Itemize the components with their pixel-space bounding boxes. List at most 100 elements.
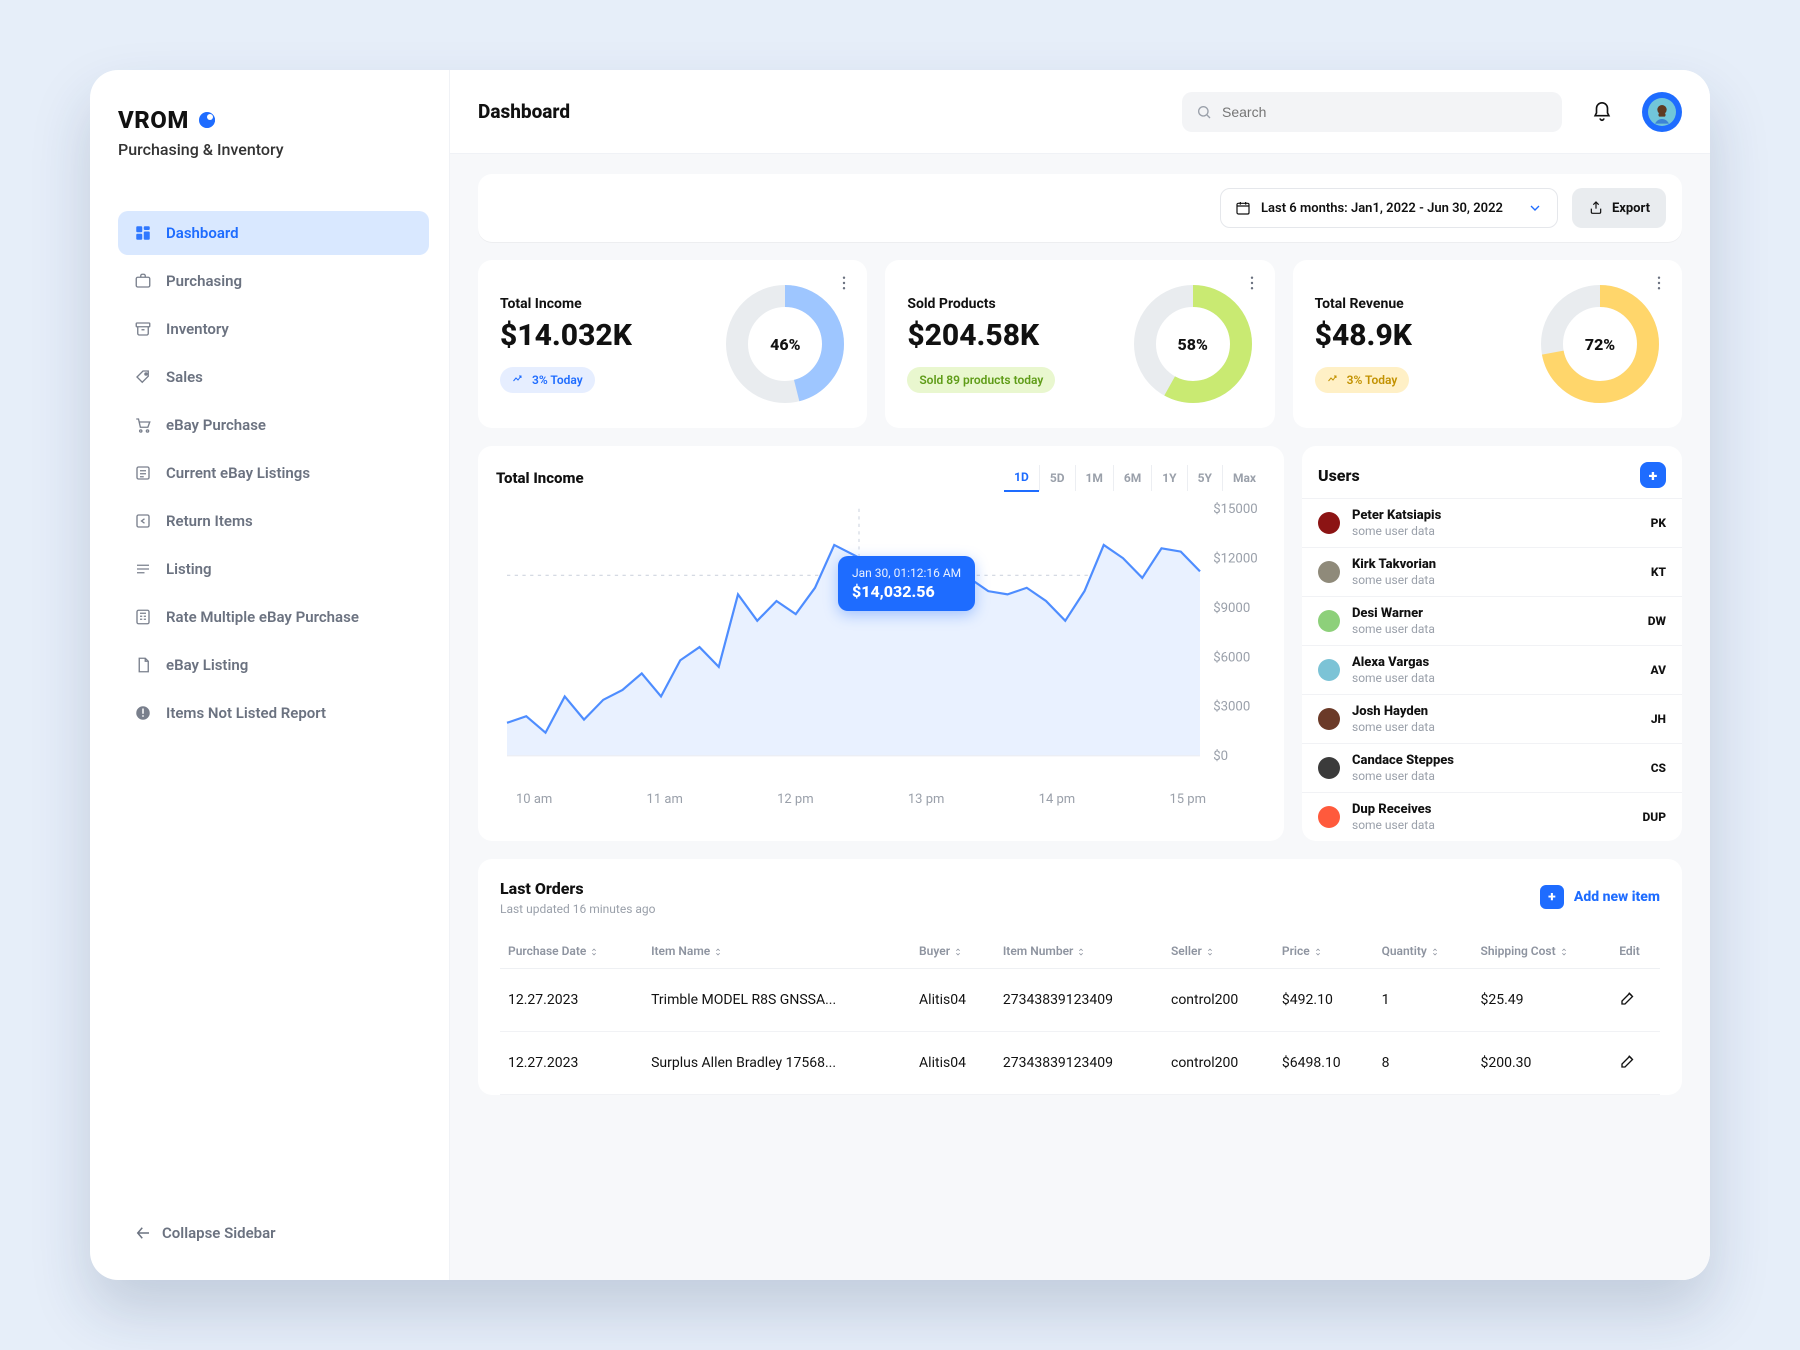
cell-price: $6498.10 xyxy=(1274,1031,1374,1094)
cell-seller: control200 xyxy=(1163,1031,1274,1094)
export-button[interactable]: Export xyxy=(1572,188,1666,228)
user-row[interactable]: Candace Steppessome user dataCS xyxy=(1302,743,1682,792)
user-avatar-mini xyxy=(1318,659,1340,681)
kpi-donut-percent: 58% xyxy=(1131,282,1255,406)
orders-card: Last Orders Last updated 16 minutes ago … xyxy=(478,859,1682,1095)
export-icon xyxy=(1588,200,1604,216)
sidebar-item-label: eBay Purchase xyxy=(166,416,266,434)
table-row[interactable]: 12.27.2023Surplus Allen Bradley 17568...… xyxy=(500,1031,1660,1094)
sidebar-nav: DashboardPurchasing Inventory Sales eBay Pu… xyxy=(118,211,429,735)
sidebar-item-sales[interactable]: Sales xyxy=(118,355,429,399)
search-icon xyxy=(1196,104,1212,120)
chart-tooltip: Jan 30, 01:12:16 AM $14,032.56 xyxy=(838,556,975,611)
chart-range-max[interactable]: Max xyxy=(1222,465,1266,491)
notifications-button[interactable] xyxy=(1582,92,1622,132)
kpi-label: Total Revenue xyxy=(1315,296,1522,312)
orders-col-item-number[interactable]: Item Number xyxy=(995,934,1163,969)
lines-icon xyxy=(134,560,152,578)
svg-text:$9000: $9000 xyxy=(1213,601,1250,616)
cell-ship: $200.30 xyxy=(1473,1031,1612,1094)
user-row[interactable]: Josh Haydensome user dataJH xyxy=(1302,694,1682,743)
user-avatar-mini xyxy=(1318,757,1340,779)
orders-col-buyer[interactable]: Buyer xyxy=(911,934,995,969)
orders-col-price[interactable]: Price xyxy=(1274,934,1374,969)
sidebar-item-purchasing[interactable]: Purchasing xyxy=(118,259,429,303)
collapse-icon xyxy=(134,1224,152,1242)
user-row[interactable]: Peter Katsiapissome user dataPK xyxy=(1302,498,1682,547)
sidebar-item-items-not-listed-report[interactable]: Items Not Listed Report xyxy=(118,691,429,735)
svg-text:$15000: $15000 xyxy=(1213,502,1257,517)
app-window: VROM Purchasing & Inventory DashboardPur… xyxy=(90,70,1710,1280)
user-name: Josh Hayden xyxy=(1352,704,1435,720)
chart-range-5y[interactable]: 5Y xyxy=(1187,465,1222,491)
orders-col-seller[interactable]: Seller xyxy=(1163,934,1274,969)
user-subtext: some user data xyxy=(1352,671,1435,685)
chart-range-1m[interactable]: 1M xyxy=(1075,465,1113,491)
kpi-card-2: Total Revenue$48.9K3% Today72% xyxy=(1293,260,1682,428)
brand: VROM xyxy=(118,106,189,134)
kpi-value: $48.9K xyxy=(1315,318,1522,353)
user-row[interactable]: Dup Receivessome user dataDUP xyxy=(1302,792,1682,841)
orders-col-edit[interactable]: Edit xyxy=(1611,934,1660,969)
kpi-value: $14.032K xyxy=(500,318,707,353)
sidebar-item-listing[interactable]: Listing xyxy=(118,547,429,591)
user-name: Candace Steppes xyxy=(1352,753,1454,769)
user-name: Desi Warner xyxy=(1352,606,1435,622)
cart-icon xyxy=(134,416,152,434)
search[interactable] xyxy=(1182,92,1562,132)
cell-date: 12.27.2023 xyxy=(500,968,643,1031)
cell-qty: 8 xyxy=(1374,1031,1473,1094)
sidebar-item-label: Rate Multiple eBay Purchase xyxy=(166,608,359,626)
sort-icon xyxy=(1076,944,1086,958)
chart-range-5d[interactable]: 5D xyxy=(1039,465,1075,491)
add-user-button[interactable]: + xyxy=(1640,462,1666,488)
edit-row-button[interactable] xyxy=(1611,968,1660,1031)
cell-seller: control200 xyxy=(1163,968,1274,1031)
chart-title: Total Income xyxy=(496,469,584,487)
table-row[interactable]: 12.27.2023Trimble MODEL R8S GNSSA...Alit… xyxy=(500,968,1660,1031)
sidebar-item-label: Inventory xyxy=(166,320,229,338)
cell-price: $492.10 xyxy=(1274,968,1374,1031)
chart-range-1y[interactable]: 1Y xyxy=(1151,465,1186,491)
bell-icon xyxy=(1591,101,1613,123)
user-avatar[interactable] xyxy=(1642,92,1682,132)
user-initials: KT xyxy=(1651,565,1666,579)
sidebar-item-inventory[interactable]: Inventory xyxy=(118,307,429,351)
user-initials: DW xyxy=(1648,614,1666,628)
sort-icon xyxy=(953,944,963,958)
collapse-sidebar[interactable]: Collapse Sidebar xyxy=(118,1216,429,1252)
sidebar-item-current-ebay-listings[interactable]: Current eBay Listings xyxy=(118,451,429,495)
date-range-picker[interactable]: Last 6 months: Jan1, 2022 - Jun 30, 2022 xyxy=(1220,188,1558,228)
dashboard-icon xyxy=(134,224,152,242)
user-initials: DUP xyxy=(1642,810,1666,824)
edit-row-button[interactable] xyxy=(1611,1031,1660,1094)
sidebar-item-dashboard[interactable]: Dashboard xyxy=(118,211,429,255)
orders-col-shipping-cost[interactable]: Shipping Cost xyxy=(1473,934,1612,969)
sidebar-item-ebay-listing[interactable]: eBay Listing xyxy=(118,643,429,687)
user-row[interactable]: Kirk Takvoriansome user dataKT xyxy=(1302,547,1682,596)
user-avatar-mini xyxy=(1318,806,1340,828)
sidebar-item-return-items[interactable]: Return Items xyxy=(118,499,429,543)
search-input[interactable] xyxy=(1222,104,1548,120)
sidebar-item-ebay-purchase[interactable]: eBay Purchase xyxy=(118,403,429,447)
sidebar-item-rate-multiple-ebay-purchase[interactable]: Rate Multiple eBay Purchase xyxy=(118,595,429,639)
orders-col-purchase-date[interactable]: Purchase Date xyxy=(500,934,643,969)
user-row[interactable]: Desi Warnersome user data DW xyxy=(1302,596,1682,645)
chart-area[interactable]: $15000$12000$9000$6000$3000$0 Jan 30, 01… xyxy=(496,498,1266,788)
chart-range-6m[interactable]: 6M xyxy=(1113,465,1151,491)
orders-col-quantity[interactable]: Quantity xyxy=(1374,934,1473,969)
chart-range-1d[interactable]: 1D xyxy=(1004,464,1039,492)
sort-icon xyxy=(713,944,723,958)
user-subtext: some user data xyxy=(1352,769,1454,783)
kpi-card-1: Sold Products$204.58KSold 89 products to… xyxy=(885,260,1274,428)
user-row[interactable]: Alexa Vargassome user dataAV xyxy=(1302,645,1682,694)
topbar: Dashboard xyxy=(450,70,1710,154)
user-subtext: some user data xyxy=(1352,720,1435,734)
users-card: Users + Peter Katsiapissome user dataPKK… xyxy=(1302,446,1682,841)
add-item-button[interactable]: + Add new item xyxy=(1540,885,1660,909)
line-chart: $15000$12000$9000$6000$3000$0 xyxy=(496,498,1266,788)
user-subtext: some user data xyxy=(1352,622,1435,636)
orders-col-item-name[interactable]: Item Name xyxy=(643,934,911,969)
kpi-trend-pill: Sold 89 products today xyxy=(907,367,1055,393)
kpi-card-0: Total Income$14.032K3% Today46% xyxy=(478,260,867,428)
